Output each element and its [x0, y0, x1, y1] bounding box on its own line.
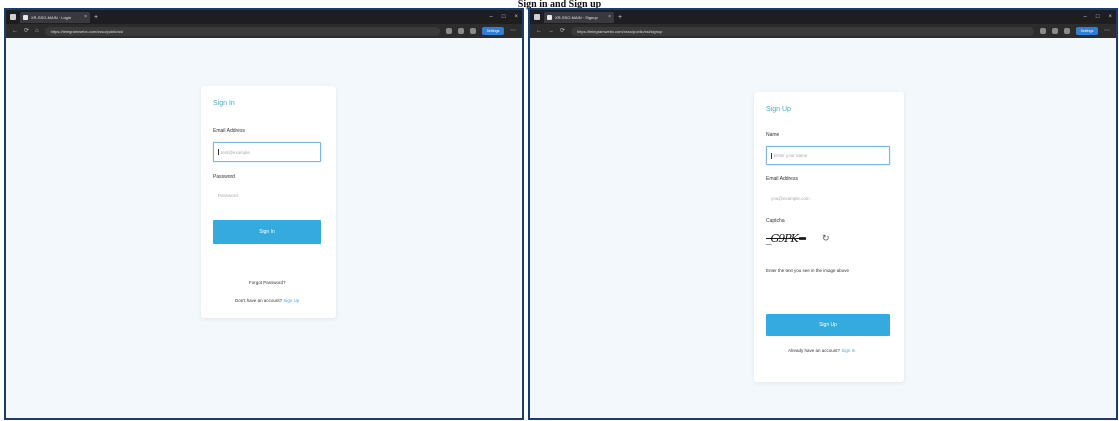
minimize-icon[interactable]: – — [1084, 14, 1087, 20]
signup-button[interactable]: Sign Up — [766, 314, 890, 336]
profile-button[interactable]: Settings — [482, 27, 504, 35]
password-placeholder: Password — [218, 192, 238, 198]
url-field[interactable]: https://telegramwebx.com/xsso/public/ssl — [44, 26, 440, 36]
new-tab-icon[interactable]: + — [618, 14, 622, 21]
name-input[interactable]: Enter your name — [766, 146, 890, 165]
tab-bar: XR-SSO-MAIN · Login × + – □ × — [6, 10, 522, 24]
email-label: Email Address — [766, 176, 798, 182]
email-input[interactable]: you@example.com — [766, 190, 890, 207]
browser-menu-icon[interactable] — [534, 14, 540, 20]
url-text: https://telegramwebx.com/xsso/public/ssl — [50, 28, 124, 34]
text-caret — [771, 152, 772, 159]
window-controls: – □ × — [1084, 14, 1112, 20]
tab-signup[interactable]: XR-SSO-MAIN · Signup × — [544, 11, 614, 23]
signin-card: Sign In Email Address test@example Passw… — [201, 86, 336, 318]
reload-icon[interactable]: ⟳ — [560, 28, 565, 34]
maximize-icon[interactable]: □ — [502, 14, 506, 20]
tab-close-icon[interactable]: × — [84, 14, 87, 20]
email-label: Email Address — [213, 128, 245, 134]
browser-menu-icon[interactable] — [10, 14, 16, 20]
maximize-icon[interactable]: □ — [1096, 14, 1100, 20]
text-caret — [218, 149, 219, 155]
has-account-text: Already have an account? — [788, 348, 841, 353]
home-icon[interactable]: ⌂ — [35, 28, 39, 34]
email-placeholder: you@example.com — [771, 196, 810, 201]
more-menu-icon[interactable]: ⋯ — [510, 28, 516, 34]
tab-login[interactable]: XR-SSO-MAIN · Login × — [20, 11, 90, 23]
signup-card: Sign Up Name Enter your name Email Addre… — [754, 92, 904, 382]
forward-icon[interactable]: → — [548, 28, 554, 34]
signin-link[interactable]: Sign In — [841, 348, 855, 353]
close-window-icon[interactable]: × — [1108, 14, 1112, 20]
signin-button[interactable]: Sign In — [213, 220, 321, 244]
email-input[interactable]: test@example — [213, 142, 321, 162]
url-field[interactable]: https://telegramwebx.com/xsso/public/ssl… — [571, 26, 1034, 36]
name-label: Name — [766, 132, 780, 138]
profile-button[interactable]: Settings — [1076, 27, 1098, 35]
browser-window-signin: XR-SSO-MAIN · Login × + – □ × ← ⟳ ⌂ http… — [4, 8, 524, 420]
favorites-icon[interactable] — [1052, 28, 1058, 34]
captcha-image: _G9PK= — [766, 232, 807, 245]
favorites-icon[interactable] — [458, 28, 464, 34]
has-account-line: Already have an account? Sign In — [788, 348, 855, 353]
minimize-icon[interactable]: – — [490, 14, 493, 20]
collections-icon[interactable] — [1064, 28, 1070, 34]
extension-icon[interactable] — [1040, 28, 1046, 34]
tab-title: XR-SSO-MAIN · Login — [31, 14, 72, 20]
close-window-icon[interactable]: × — [514, 14, 518, 20]
favicon-icon — [547, 14, 552, 20]
captcha-label: Captcha — [766, 218, 785, 224]
address-bar: ← → ⟳ https://telegramwebx.com/xsso/publ… — [530, 24, 1116, 38]
email-placeholder: test@example — [221, 149, 250, 155]
card-title: Sign In — [213, 100, 235, 107]
password-input[interactable]: Password — [213, 186, 321, 204]
forgot-password-link[interactable]: Forgot Password? — [249, 280, 286, 285]
extension-icon[interactable] — [446, 28, 452, 34]
password-label: Password — [213, 174, 235, 180]
card-title: Sign Up — [766, 106, 791, 113]
collections-icon[interactable] — [470, 28, 476, 34]
url-text: https://telegramwebx.com/xsso/public/ssl… — [577, 28, 663, 34]
signup-link[interactable]: Sign Up — [283, 298, 299, 303]
window-controls: – □ × — [490, 14, 518, 20]
tab-bar: XR-SSO-MAIN · Signup × + – □ × — [530, 10, 1116, 24]
new-tab-icon[interactable]: + — [94, 14, 98, 21]
browser-window-signup: XR-SSO-MAIN · Signup × + – □ × ← → ⟳ htt… — [528, 8, 1118, 420]
no-account-line: Don't have an account? Sign Up — [235, 298, 299, 303]
no-account-text: Don't have an account? — [235, 298, 283, 303]
refresh-icon[interactable]: ↻ — [822, 233, 830, 244]
name-placeholder: Enter your name — [774, 153, 808, 158]
back-icon[interactable]: ← — [12, 28, 18, 34]
favicon-icon — [23, 14, 28, 20]
reload-icon[interactable]: ⟳ — [24, 28, 29, 34]
tab-close-icon[interactable]: × — [608, 14, 611, 20]
captcha-hint: Enter the text you see in the image abov… — [766, 268, 850, 273]
more-menu-icon[interactable]: ⋯ — [1104, 28, 1110, 34]
back-icon[interactable]: ← — [536, 28, 542, 34]
address-bar: ← ⟳ ⌂ https://telegramwebx.com/xsso/publ… — [6, 24, 522, 38]
tab-title: XR-SSO-MAIN · Signup — [555, 14, 598, 20]
